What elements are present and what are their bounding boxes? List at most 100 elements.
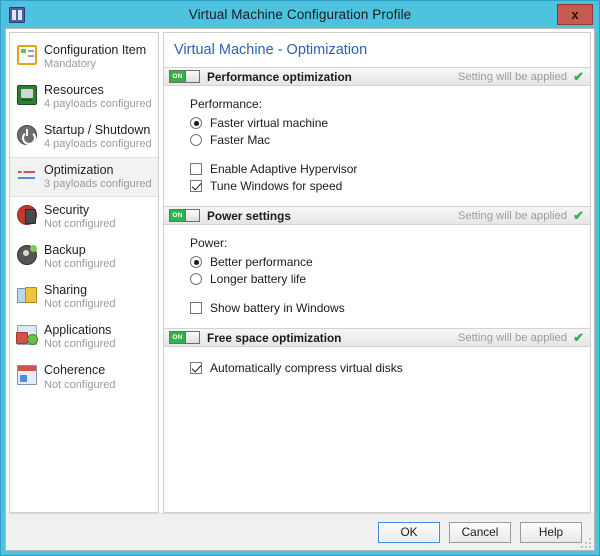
checkbox[interactable]	[190, 362, 202, 374]
sidebar-item-text: Resources 4 payloads configured	[44, 83, 152, 111]
sidebar-item-optimization[interactable]: Optimization 3 payloads configured	[10, 157, 158, 198]
dialog-body: Configuration Item Mandatory Resources 4 pa…	[5, 28, 595, 513]
section-header: ON Free space optimization Setting will be…	[164, 328, 590, 347]
sidebar-item-security[interactable]: Security Not configured	[10, 197, 158, 237]
sidebar-item-text: Security Not configured	[44, 203, 116, 231]
section: ON Free space optimization Setting will be…	[164, 328, 590, 388]
sidebar-item-text: Coherence Not configured	[44, 363, 116, 391]
sidebar-item-status: Not configured	[44, 338, 116, 351]
radio-label: Better performance	[210, 255, 313, 269]
sidebar-item-label: Sharing	[44, 283, 88, 298]
sidebar-item-label: Optimization	[44, 163, 114, 178]
toggle-knob	[186, 71, 199, 82]
section: ON Power settings Setting will be applied ✔…	[164, 206, 590, 328]
sidebar-item-startup-shutdown[interactable]: Startup / Shutdown 4 payloads configured	[10, 117, 158, 157]
radio-button[interactable]	[190, 256, 202, 268]
section: ON Performance optimization Setting will b…	[164, 67, 590, 206]
sidebar-item-status: 3 payloads configured	[44, 178, 152, 191]
sidebar-item-label: Coherence	[44, 363, 106, 378]
security-icon	[17, 205, 37, 226]
checkbox[interactable]	[190, 163, 202, 175]
backup-icon	[17, 245, 37, 266]
section-status: Setting will be applied ✔	[458, 70, 584, 83]
radio-option[interactable]: Better performance	[190, 255, 590, 269]
sidebar-item-text: Startup / Shutdown 4 payloads configured	[44, 123, 152, 151]
radio-option[interactable]: Faster virtual machine	[190, 116, 590, 130]
checkbox-option[interactable]: Show battery in Windows	[190, 301, 590, 315]
sidebar-item-status: 4 payloads configured	[44, 138, 152, 151]
applied-check-icon: ✔	[573, 330, 584, 345]
section-title: Free space optimization	[207, 330, 342, 345]
checkbox-option[interactable]: Automatically compress virtual disks	[190, 361, 590, 375]
sidebar-item-status: Not configured	[44, 298, 116, 311]
toggle-knob	[186, 210, 199, 221]
section-status-text: Setting will be applied	[457, 209, 568, 222]
checkbox-option[interactable]: Tune Windows for speed	[190, 179, 590, 193]
checkbox-label: Automatically compress virtual disks	[210, 361, 403, 375]
checkbox[interactable]	[190, 180, 202, 192]
resources-icon	[17, 85, 37, 106]
section-status: Setting will be applied ✔	[458, 331, 584, 344]
radio-label: Faster Mac	[210, 133, 271, 147]
checkbox-label: Enable Adaptive Hypervisor	[210, 162, 358, 176]
sidebar-item-resources[interactable]: Resources 4 payloads configured	[10, 77, 158, 117]
applications-icon	[16, 325, 38, 346]
section-header: ON Power settings Setting will be applied ✔	[164, 206, 590, 225]
applied-check-icon: ✔	[573, 69, 584, 84]
sidebar-item-label: Resources	[44, 83, 104, 98]
sidebar-item-text: Sharing Not configured	[44, 283, 116, 311]
sidebar-item-status: Not configured	[44, 258, 116, 271]
content-filler	[164, 388, 590, 512]
section-status-text: Setting will be applied	[457, 331, 568, 344]
section-toggle[interactable]: ON	[169, 331, 200, 344]
coherence-icon	[17, 365, 37, 386]
radio-option[interactable]: Faster Mac	[190, 133, 590, 147]
sidebar-item-applications[interactable]: Applications Not configured	[10, 317, 158, 357]
title-bar: Virtual Machine Configuration Profile x	[1, 1, 599, 28]
page-title: Virtual Machine - Optimization	[174, 42, 368, 58]
sidebar-item-label: Applications	[44, 323, 112, 338]
section-status-text: Setting will be applied	[457, 70, 568, 83]
checkbox-label: Tune Windows for speed	[210, 179, 343, 193]
radio-option[interactable]: Longer battery life	[190, 272, 590, 286]
radio-button[interactable]	[190, 134, 202, 146]
window-title: Virtual Machine Configuration Profile	[188, 7, 412, 22]
close-button[interactable]: x	[557, 4, 593, 25]
resize-grip-icon[interactable]	[580, 537, 591, 548]
sidebar[interactable]: Configuration Item Mandatory Resources 4 pa…	[9, 32, 159, 513]
sidebar-item-label: Backup	[44, 243, 86, 258]
sidebar-item-backup[interactable]: Backup Not configured	[10, 237, 158, 277]
toggle-on-label: ON	[170, 71, 186, 82]
cancel-button[interactable]: Cancel	[449, 521, 511, 543]
sidebar-item-status: 4 payloads configured	[44, 98, 152, 111]
checkbox-label: Show battery in Windows	[210, 301, 345, 315]
checkbox[interactable]	[190, 302, 202, 314]
footer-button-group: OK Cancel Help	[369, 521, 582, 543]
optimization-icon	[17, 165, 37, 185]
sidebar-item-text: Optimization 3 payloads configured	[44, 163, 152, 191]
sidebar-item-label: Startup / Shutdown	[44, 123, 151, 138]
sidebar-item-text: Applications Not configured	[44, 323, 116, 351]
section-body: Power: Better performance Longer battery l…	[164, 225, 590, 328]
sidebar-item-sharing[interactable]: Sharing Not configured	[10, 277, 158, 317]
content-pane: Virtual Machine - Optimization ON Perform…	[163, 32, 591, 513]
radio-button[interactable]	[190, 117, 202, 129]
section-toggle[interactable]: ON	[169, 209, 200, 222]
section-toggle[interactable]: ON	[169, 70, 200, 83]
ok-button[interactable]: OK	[378, 521, 440, 543]
section-body: Automatically compress virtual disks	[164, 347, 590, 388]
sidebar-item-configuration-item[interactable]: Configuration Item Mandatory	[10, 37, 158, 77]
toggle-on-label: ON	[170, 210, 186, 221]
radio-label: Longer battery life	[210, 272, 307, 286]
sidebar-item-label: Configuration Item	[44, 43, 147, 57]
checkbox-option[interactable]: Enable Adaptive Hypervisor	[190, 162, 590, 176]
radio-button[interactable]	[190, 273, 202, 285]
toggle-knob	[186, 332, 199, 343]
sidebar-item-coherence[interactable]: Coherence Not configured	[10, 357, 158, 397]
power-icon	[17, 125, 37, 146]
sharing-icon	[17, 285, 37, 305]
sections-container: ON Performance optimization Setting will b…	[164, 67, 590, 388]
help-button[interactable]: Help	[520, 521, 582, 543]
dialog-footer: OK Cancel Help	[5, 513, 595, 551]
section-title: Power settings	[207, 208, 291, 223]
